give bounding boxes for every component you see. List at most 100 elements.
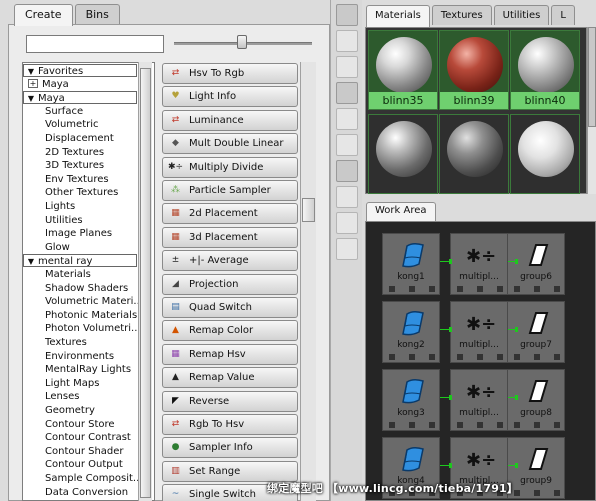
3d-placement-button[interactable]: ▦ 3d Placement [162, 226, 298, 248]
node-list-scrollbar-thumb[interactable] [302, 198, 315, 222]
tab-create[interactable]: Create [14, 4, 73, 26]
tree-item-displacement[interactable]: Displacement [23, 132, 114, 145]
expand-plus-icon[interactable]: + [28, 79, 38, 89]
graph-node-kong2[interactable]: kong2 [382, 301, 440, 363]
particle-sampler-button[interactable]: ⁂ Particle Sampler [162, 180, 298, 201]
tree-item-environments[interactable]: Environments [23, 350, 114, 363]
remap-hsv-button[interactable]: ▦ Remap Hsv [162, 343, 298, 365]
tree-item-contour-output[interactable]: Contour Output [23, 458, 123, 471]
light-info-button[interactable]: ♥ Light Info [162, 86, 298, 108]
toolbar-button-4[interactable] [336, 82, 358, 104]
tab-materials[interactable]: Materials [366, 5, 430, 27]
expand-arrow-icon[interactable]: ▼ [24, 255, 38, 268]
tree-item-light-maps[interactable]: Light Maps [23, 377, 99, 390]
material-swatch-blinn35[interactable]: blinn35 [368, 30, 438, 110]
tab-work-area[interactable]: Work Area [366, 202, 436, 222]
toolbar-button-2[interactable] [336, 30, 358, 52]
tree-scrollbar[interactable] [138, 62, 152, 501]
remap-value-button[interactable]: ▲ Remap Value [162, 367, 298, 389]
tree-item-label: Volumetric [45, 119, 99, 131]
icon-size-slider-thumb[interactable] [237, 35, 247, 49]
expand-arrow-icon[interactable]: ▼ [24, 65, 38, 78]
multiply-divide-button[interactable]: ✱÷ Multiply Divide [162, 156, 298, 178]
graph-node-group8[interactable]: group8 [507, 369, 565, 431]
tree-item-mentalray-lights[interactable]: MentalRay Lights [23, 363, 131, 376]
average-button[interactable]: ± +|- Average [162, 250, 298, 272]
toolbar-button-8[interactable] [336, 186, 358, 208]
toolbar-button-6[interactable] [336, 134, 358, 156]
graph-node-kong1[interactable]: kong1 [382, 233, 440, 295]
tab-l[interactable]: L [551, 5, 575, 25]
material-swatch-blinn40[interactable]: blinn40 [510, 30, 580, 110]
tree-item-image-planes[interactable]: Image Planes [23, 227, 112, 240]
tree-item-geometry[interactable]: Geometry [23, 404, 95, 417]
toolbar-button-5[interactable] [336, 108, 358, 130]
tree-item-photonic-materials[interactable]: Photonic Materials [23, 309, 137, 322]
material-swatch[interactable] [368, 114, 438, 194]
material-swatch-blinn39[interactable]: blinn39 [439, 30, 509, 110]
material-swatch[interactable] [439, 114, 509, 194]
toolbar-button-10[interactable] [336, 238, 358, 260]
tree-item-photon-volumetri[interactable]: Photon Volumetri... [23, 322, 141, 335]
toolbar-button-7[interactable] [336, 160, 358, 182]
mult-double-linear-button[interactable]: ◆ Mult Double Linear [162, 133, 298, 155]
graph-node-multipl[interactable]: ✱÷ multipl... [450, 233, 508, 295]
tab-textures[interactable]: Textures [431, 5, 492, 25]
tree-item-maya[interactable]: ▼ Maya [23, 91, 137, 105]
tree-item-env-textures[interactable]: Env Textures [23, 173, 109, 186]
tab-bins[interactable]: Bins [74, 4, 120, 24]
tree-item-2d-textures[interactable]: 2D Textures [23, 146, 104, 159]
rgb-to-hsv-button[interactable]: ⇄ Rgb To Hsv [162, 414, 298, 435]
projection-button[interactable]: ◢ Projection [162, 273, 298, 295]
toolbar-button-3[interactable] [336, 56, 358, 78]
graph-node-kong3[interactable]: kong3 [382, 369, 440, 431]
search-input[interactable] [26, 35, 164, 53]
tree-item-label: Textures [45, 337, 87, 348]
swatch-scrollbar-thumb[interactable] [588, 27, 596, 127]
tree-item-utilities[interactable]: Utilities [23, 214, 83, 227]
tree-item-data-conversion[interactable]: Data Conversion [23, 486, 128, 499]
toolbar-button-1[interactable] [336, 4, 358, 26]
tree-item-volumetric[interactable]: Volumetric [23, 118, 99, 131]
tree-item-contour-store[interactable]: Contour Store [23, 418, 115, 431]
tree-item-maya[interactable]: + Maya [23, 78, 69, 91]
tree-item-mental-ray[interactable]: ▼ mental ray [23, 254, 137, 268]
hypershade-side-toolbar [330, 0, 362, 501]
work-area-canvas[interactable]: kong1 ✱÷ multipl... group6 kong2 ✱÷ multipl...… [365, 221, 596, 501]
tree-item-contour-shader[interactable]: Contour Shader [23, 445, 124, 458]
tree-item-contour-contrast[interactable]: Contour Contrast [23, 431, 131, 444]
hsv-to-rgb-button[interactable]: ⇄ Hsv To Rgb [162, 63, 298, 84]
tree-item-3d-textures[interactable]: 3D Textures [23, 159, 104, 172]
tree-item-glow[interactable]: Glow [23, 241, 70, 254]
tree-item-textures[interactable]: Textures [23, 336, 87, 349]
expand-arrow-icon[interactable]: ▼ [24, 92, 38, 105]
tree-item-lights[interactable]: Lights [23, 200, 75, 213]
tree-scrollbar-thumb[interactable] [140, 68, 151, 498]
tree-item-sample-composit[interactable]: Sample Composit... [23, 472, 142, 485]
quad-switch-button[interactable]: ▤ Quad Switch [162, 297, 298, 318]
connection-line [508, 327, 518, 332]
tree-item-surface[interactable]: Surface [23, 105, 83, 118]
tree-item-materials[interactable]: Materials [23, 268, 91, 281]
graph-node-multipl[interactable]: ✱÷ multipl... [450, 369, 508, 431]
graph-node-group6[interactable]: group6 [507, 233, 565, 295]
tree-item-other-textures[interactable]: Other Textures [23, 186, 118, 199]
tree-item-favorites[interactable]: ▼ Favorites [23, 64, 137, 77]
tree-item-volumetric-materi[interactable]: Volumetric Materi... [23, 295, 143, 308]
toolbar-button-9[interactable] [336, 212, 358, 234]
tree-item-lenses[interactable]: Lenses [23, 390, 79, 403]
tree-item-shadow-shaders[interactable]: Shadow Shaders [23, 282, 128, 295]
tree-item-label: Maya [42, 78, 69, 90]
2d-placement-button[interactable]: ▦ 2d Placement [162, 203, 298, 225]
graph-node-label: multipl... [459, 340, 499, 350]
node-list-scrollbar[interactable] [300, 62, 316, 501]
material-swatch[interactable] [510, 114, 580, 194]
graph-node-multipl[interactable]: ✱÷ multipl... [450, 301, 508, 363]
remap-color-button[interactable]: ▲ Remap Color [162, 320, 298, 342]
tab-utilities[interactable]: Utilities [493, 5, 550, 25]
reverse-button[interactable]: ◤ Reverse [162, 390, 298, 412]
luminance-button[interactable]: ⇄ Luminance [162, 109, 298, 131]
sampler-info-button[interactable]: ● Sampler Info [162, 437, 298, 459]
swatch-scrollbar[interactable] [587, 27, 596, 194]
graph-node-group7[interactable]: group7 [507, 301, 565, 363]
